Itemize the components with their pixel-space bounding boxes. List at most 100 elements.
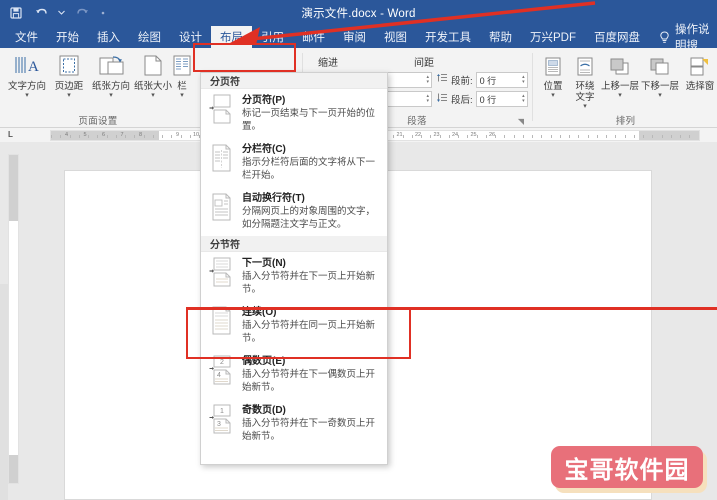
bring-forward-button[interactable]: 上移一层 ▾ — [600, 52, 640, 112]
breaks-dropdown-menu: 分页符 分页符(P) 标记一页结束与下一页开始的位置。 分栏符(C) 指示分栏符… — [200, 72, 388, 465]
menu-item-odd-page[interactable]: 1 3 奇数页(D) 插入分节符并在下一奇数页上开始新节。 — [201, 399, 387, 448]
tab-developer[interactable]: 开发工具 — [416, 26, 480, 48]
ruler-mark: 24 — [451, 132, 459, 138]
menu-item-next-page[interactable]: 下一页(N) 插入分节符并在下一页上开始新节。 — [201, 252, 387, 301]
menu-item-desc: 标记一页结束与下一页开始的位置。 — [242, 108, 376, 132]
undo-dropdown-icon[interactable] — [58, 4, 65, 21]
spinner-arrows-icon[interactable]: ▴ ▾ — [522, 94, 525, 104]
save-icon[interactable] — [8, 4, 24, 21]
spacing-before-input[interactable]: 0 行 ▴ ▾ — [475, 72, 528, 88]
tab-draw[interactable]: 绘图 — [129, 26, 170, 48]
tab-review[interactable]: 审阅 — [334, 26, 375, 48]
tab-references[interactable]: 引用 — [252, 26, 293, 48]
menu-item-page-break[interactable]: 分页符(P) 标记一页结束与下一页开始的位置。 — [201, 89, 387, 138]
undo-icon[interactable] — [33, 4, 49, 21]
ruler-tick — [439, 135, 441, 138]
spacing-header: 间距 — [414, 58, 434, 69]
menu-item-title: 分栏符(C) — [242, 144, 286, 155]
tab-mailings[interactable]: 邮件 — [293, 26, 334, 48]
ruler-tick — [106, 135, 108, 138]
ruler-tick — [652, 135, 654, 138]
menu-item-text: 连续(O) 插入分节符并在同一页上开始新节。 — [242, 306, 381, 345]
chevron-down-icon[interactable]: ▾ — [151, 92, 155, 99]
ruler-tick — [578, 135, 580, 138]
tab-file[interactable]: 文件 — [6, 26, 47, 48]
margins-button[interactable]: 页边距 ▾ — [46, 52, 92, 112]
menu-item-title: 分页符(P) — [242, 95, 286, 106]
wrap-text-button[interactable]: 环绕文字 ▾ — [570, 52, 600, 112]
columns-icon — [167, 52, 197, 80]
wrap-text-icon — [570, 52, 600, 80]
ruler-mark: 8 — [138, 132, 143, 138]
spinner-arrows-icon[interactable]: ▴ ▾ — [426, 94, 429, 104]
menu-item-text: 奇数页(D) 插入分节符并在下一奇数页上开始新节。 — [242, 404, 381, 443]
chevron-down-icon[interactable]: ▾ — [180, 92, 184, 99]
tab-layout[interactable]: 布局 — [211, 26, 252, 48]
tab-stop-selector[interactable]: L — [8, 130, 13, 139]
selection-pane-button[interactable]: 选择窗 — [680, 52, 717, 112]
next-page-section-icon — [209, 257, 235, 287]
chevron-down-icon[interactable]: ▾ — [25, 92, 29, 99]
ruler-tick — [171, 135, 173, 138]
tab-home[interactable]: 开始 — [47, 26, 88, 48]
spinner-arrows-icon[interactable]: ▴ ▾ — [522, 75, 525, 85]
position-button[interactable]: 位置 ▾ — [536, 52, 570, 112]
continuous-section-icon — [209, 306, 235, 336]
group-label-page-setup: 页面设置 — [78, 116, 118, 127]
tell-me-search[interactable]: 操作说明搜 — [649, 24, 717, 52]
chevron-down-icon[interactable]: ▾ — [551, 92, 555, 99]
chevron-down-icon[interactable]: ▾ — [658, 92, 662, 99]
ruler-tick — [393, 135, 395, 138]
ruler-tick — [698, 135, 699, 138]
ruler-tick — [476, 135, 478, 138]
customize-qat-icon[interactable] — [99, 4, 107, 21]
ruler-tick — [125, 135, 126, 138]
chevron-down-icon[interactable]: ▾ — [109, 92, 113, 99]
menu-item-even-page[interactable]: 2 4 偶数页(E) 插入分节符并在下一偶数页上开始新节。 — [201, 350, 387, 399]
tab-baidu-netdisk[interactable]: 百度网盘 — [585, 26, 649, 48]
send-backward-button[interactable]: 下移一层 ▾ — [640, 52, 680, 112]
menu-item-column-break[interactable]: 分栏符(C) 指示分栏符后面的文字将从下一栏开始。 — [201, 138, 387, 187]
ruler-tick — [615, 135, 617, 138]
chevron-down-icon[interactable]: ▾ — [618, 92, 622, 99]
tab-wondershare-pdf[interactable]: 万兴PDF — [521, 26, 585, 48]
menu-item-text-wrapping-break[interactable]: 自动换行符(T) 分隔网页上的对象周围的文字，如分隔题注文字与正文。 — [201, 187, 387, 236]
spacing-before-value: 0 行 — [479, 75, 497, 86]
selection-pane-icon — [685, 52, 715, 80]
send-backward-icon — [645, 52, 675, 80]
position-icon — [538, 52, 568, 80]
ruler-tick — [643, 135, 644, 138]
tab-insert[interactable]: 插入 — [88, 26, 129, 48]
tab-help[interactable]: 帮助 — [480, 26, 521, 48]
spacing-after-input[interactable]: 0 行 ▴ ▾ — [475, 91, 528, 107]
chevron-down-icon[interactable]: ▾ — [583, 103, 587, 110]
tab-view[interactable]: 视图 — [375, 26, 416, 48]
ribbon-tab-bar: 文件 开始 插入 绘图 设计 布局 引用 邮件 审阅 视图 开发工具 帮助 万兴… — [0, 24, 717, 52]
redo-icon[interactable] — [74, 4, 90, 21]
page-break-icon — [209, 94, 235, 124]
vertical-ruler[interactable] — [8, 154, 19, 484]
spacing-after-value: 0 行 — [479, 94, 497, 105]
ruler-tick — [485, 135, 487, 138]
ruler-tick — [467, 135, 469, 138]
spinner-arrows-icon[interactable]: ▴ ▾ — [426, 75, 429, 85]
orientation-button[interactable]: 纸张方向 ▾ — [88, 52, 134, 112]
menu-item-desc: 插入分节符并在下一奇数页上开始新节。 — [242, 418, 376, 442]
ruler-tick — [689, 135, 691, 138]
ruler-mark: 23 — [433, 132, 440, 138]
bring-forward-label: 上移一层 — [600, 81, 639, 92]
text-direction-button[interactable]: A 文字方向 ▾ — [4, 52, 50, 112]
columns-button[interactable]: 栏 ▾ — [168, 52, 196, 112]
ruler-tick — [78, 135, 80, 138]
ruler-mark: 5 — [83, 132, 87, 138]
paragraph-dialog-launcher-icon[interactable]: ◥ — [518, 117, 524, 126]
svg-text:2: 2 — [220, 359, 224, 366]
chevron-down-icon[interactable]: ▾ — [67, 92, 71, 99]
menu-section-header-page-breaks: 分页符 — [201, 73, 387, 89]
ruler-tick — [180, 135, 182, 138]
ruler-tick — [421, 135, 422, 138]
text-wrapping-break-icon — [209, 192, 235, 222]
ruler-tick — [670, 135, 672, 138]
bring-forward-icon — [605, 52, 635, 80]
tab-design[interactable]: 设计 — [170, 26, 211, 48]
